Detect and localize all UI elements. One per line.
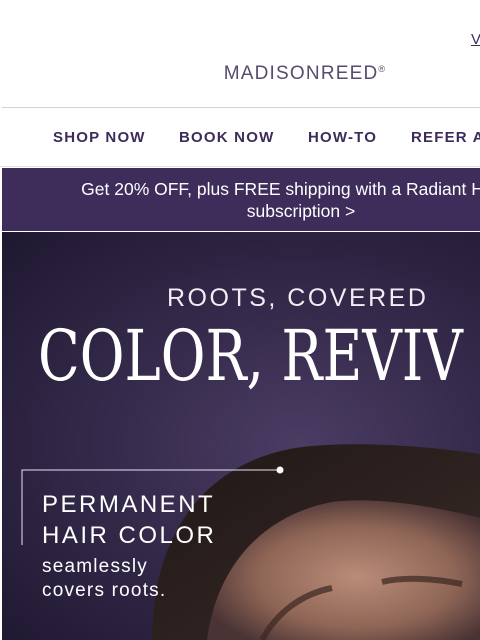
- promo-banner[interactable]: Get 20% OFF, plus FREE shipping with a R…: [2, 168, 480, 231]
- brand-logo[interactable]: MADISONREED®: [0, 63, 480, 85]
- promo-line-2: subscription >: [246, 201, 356, 221]
- product-title-line-1: PERMANENT: [42, 491, 216, 518]
- product-title: PERMANENT HAIR COLOR: [42, 489, 216, 551]
- product-description-line-1: seamlessly: [42, 556, 148, 577]
- main-nav: SHOP NOW BOOK NOW HOW-TO REFER A: [0, 108, 480, 167]
- logo-secondary: REED: [320, 63, 379, 84]
- logo-primary: MADISON: [223, 63, 321, 84]
- product-title-line-2: HAIR COLOR: [42, 522, 217, 549]
- promo-line-1: Get 20% OFF, plus FREE shipping with a R…: [81, 179, 480, 199]
- hero-banner[interactable]: ROOTS, COVERED COLOR, REVIV PERMANENT HA…: [2, 232, 480, 640]
- nav-book-now[interactable]: BOOK NOW: [179, 129, 274, 146]
- product-description-line-2: covers roots.: [42, 580, 167, 601]
- promo-text: Get 20% OFF, plus FREE shipping with a R…: [2, 178, 480, 222]
- nav-how-to[interactable]: HOW-TO: [308, 129, 377, 146]
- nav-shop-now[interactable]: SHOP NOW: [53, 129, 146, 146]
- nav-refer[interactable]: REFER A: [411, 129, 480, 146]
- top-link[interactable]: V: [471, 31, 480, 48]
- logo-registered-mark: ®: [378, 64, 387, 74]
- callout-dot: [276, 466, 284, 474]
- product-description: seamlessly covers roots.: [42, 555, 166, 603]
